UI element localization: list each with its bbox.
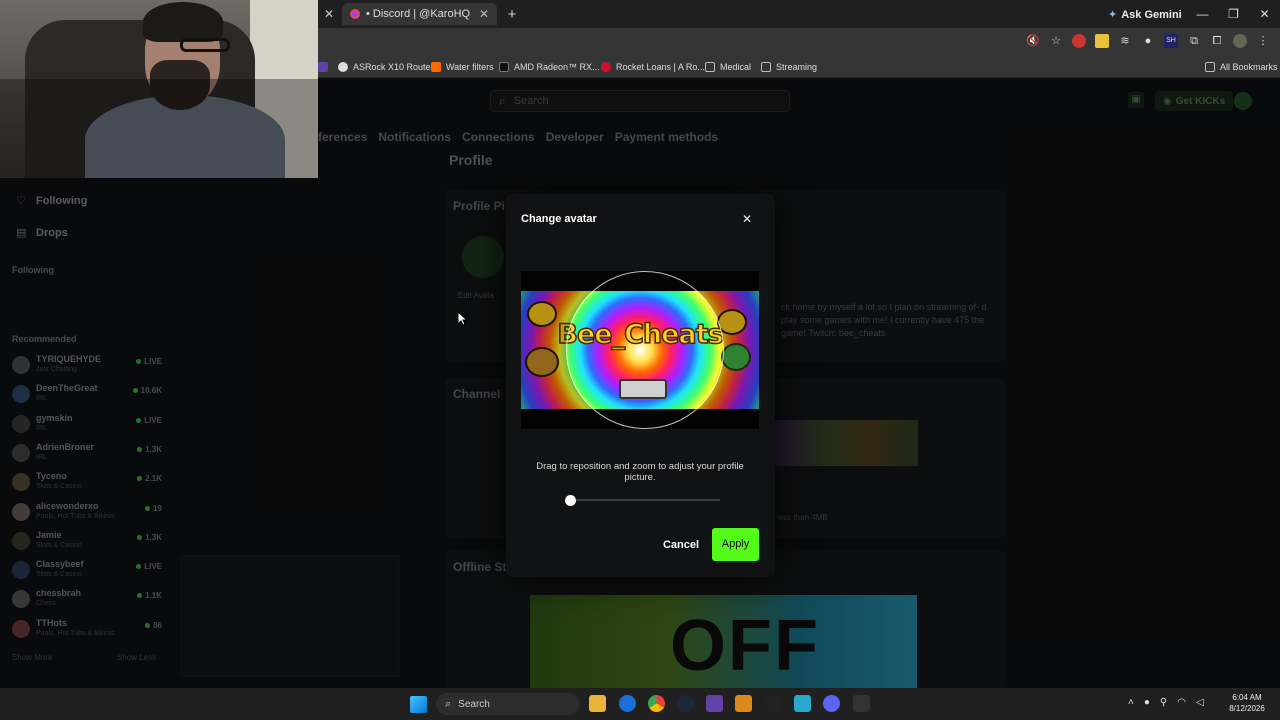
windows-taskbar <box>0 688 1280 720</box>
messenger-icon[interactable] <box>619 695 636 712</box>
toolbar-icons: 🔇 ☆ ≋ ● SH ⧉ ⧠ ⋮ <box>1026 34 1270 48</box>
stack-extension-icon[interactable]: ≋ <box>1118 34 1132 48</box>
bookmark-star-icon[interactable]: ☆ <box>1049 34 1063 48</box>
volume-icon[interactable]: ◁ <box>1196 697 1204 708</box>
ask-gemini-label: Ask Gemini <box>1121 9 1182 21</box>
bookmark-medical[interactable]: Medical <box>705 60 751 74</box>
bookmark-rocket-loans[interactable]: Rocket Loans | A Ro... <box>601 60 705 74</box>
menu-kebab-icon[interactable]: ⋮ <box>1256 34 1270 48</box>
app-icon[interactable] <box>794 695 811 712</box>
ask-gemini-button[interactable]: ✦ Ask Gemini <box>1108 8 1182 21</box>
zoom-slider-handle[interactable] <box>564 495 576 506</box>
crop-hint: Drag to reposition and zoom to adjust yo… <box>536 461 744 483</box>
tab-title: • Discord | @KaroHQ <box>366 8 471 20</box>
tab-close-icon[interactable]: ✕ <box>479 7 489 21</box>
tabs-extension-icon[interactable]: ⧉ <box>1187 34 1201 48</box>
obs-icon[interactable] <box>765 695 782 712</box>
dialog-title: Change avatar <box>521 213 597 225</box>
bookmark-amd[interactable]: AMD Radeon™ RX... <box>499 60 600 74</box>
notes-extension-icon[interactable] <box>1095 34 1109 48</box>
folder-icon <box>761 62 771 72</box>
twitch-icon <box>318 62 328 72</box>
avatar-crop-area[interactable]: Bee_Cheats <box>521 251 759 450</box>
bookmark-asrock[interactable]: ASRock X10 Router <box>338 60 434 74</box>
restore-button[interactable]: ❐ <box>1218 0 1249 28</box>
bookmark-label: ASRock X10 Router <box>353 62 434 72</box>
extension-icon[interactable] <box>1072 34 1086 48</box>
search-icon: ⌕ <box>445 697 452 710</box>
bookmark-label: Medical <box>720 62 752 72</box>
bookmark-label: Rocket Loans | A Ro... <box>616 62 705 72</box>
app-icon[interactable] <box>853 695 870 712</box>
globe-icon <box>338 62 348 72</box>
folder-icon <box>1205 62 1215 72</box>
cancel-button[interactable]: Cancel <box>657 533 705 557</box>
bee-character-icon <box>525 347 559 377</box>
new-tab-button[interactable]: + <box>505 3 519 25</box>
apply-button[interactable]: Apply <box>712 528 759 561</box>
tray-app-icon[interactable]: ● <box>1144 697 1150 708</box>
gemini-sparkle-icon: ✦ <box>1108 9 1118 21</box>
file-explorer-icon[interactable] <box>589 695 606 712</box>
puzzle-extensions-icon[interactable]: ⧠ <box>1210 34 1224 48</box>
system-tray: ˄ ● ⚲ ◠ ◁ <box>1128 697 1204 708</box>
sh-extension-icon[interactable]: SH <box>1164 34 1178 48</box>
taskbar-search-label: Search <box>458 698 490 710</box>
bookmark-streaming[interactable]: Streaming <box>761 60 817 74</box>
folder-icon <box>705 62 715 72</box>
rocket-icon <box>601 62 611 72</box>
windows-start-icon[interactable] <box>410 696 427 713</box>
window-controls: — ❐ ✕ <box>1187 0 1280 28</box>
all-bookmarks[interactable]: All Bookmarks <box>1205 60 1278 74</box>
clock-time: 6:04 AM <box>1232 693 1262 702</box>
bookmark-label: Water filters <box>446 62 494 72</box>
tab-favicon-icon <box>350 9 360 19</box>
taskbar-clock[interactable]: 6:04 AM 8/12/2026 <box>1222 692 1272 714</box>
close-window-button[interactable]: ✕ <box>1249 0 1280 28</box>
discord-icon[interactable] <box>823 695 840 712</box>
app-icon[interactable] <box>735 695 752 712</box>
bookmark-favicon-icon <box>431 62 441 72</box>
chevron-up-icon[interactable]: ˄ <box>1128 697 1134 708</box>
close-icon[interactable]: ✕ <box>740 212 754 226</box>
mouse-cursor-icon <box>458 312 467 326</box>
circle-extension-icon[interactable]: ● <box>1141 34 1155 48</box>
webcam-person-glasses <box>180 38 230 52</box>
bookmark-twitch[interactable] <box>318 60 333 74</box>
microphone-icon[interactable]: ⚲ <box>1160 697 1167 708</box>
tab-discord[interactable]: • Discord | @KaroHQ ✕ <box>342 3 497 25</box>
minimize-button[interactable]: — <box>1187 0 1218 28</box>
steam-icon[interactable] <box>677 695 694 712</box>
chrome-icon[interactable] <box>648 695 665 712</box>
clock-date: 8/12/2026 <box>1229 704 1265 713</box>
mute-icon[interactable]: 🔇 <box>1026 34 1040 48</box>
zoom-slider[interactable] <box>565 499 720 501</box>
webcam-person-hair <box>143 2 223 42</box>
tab-close-icon[interactable]: ✕ <box>322 3 336 25</box>
bookmark-label: AMD Radeon™ RX... <box>514 62 600 72</box>
crop-circle[interactable] <box>566 271 724 429</box>
bookmark-label: Streaming <box>776 62 818 72</box>
amd-icon <box>499 62 509 72</box>
bookmark-water-filters[interactable]: Water filters <box>431 60 494 74</box>
all-bookmarks-label: All Bookmarks <box>1220 62 1278 72</box>
wifi-icon[interactable]: ◠ <box>1177 697 1186 708</box>
twitch-icon[interactable] <box>706 695 723 712</box>
taskbar-search[interactable]: ⌕ Search <box>436 693 579 715</box>
profile-avatar-icon[interactable] <box>1233 34 1247 48</box>
